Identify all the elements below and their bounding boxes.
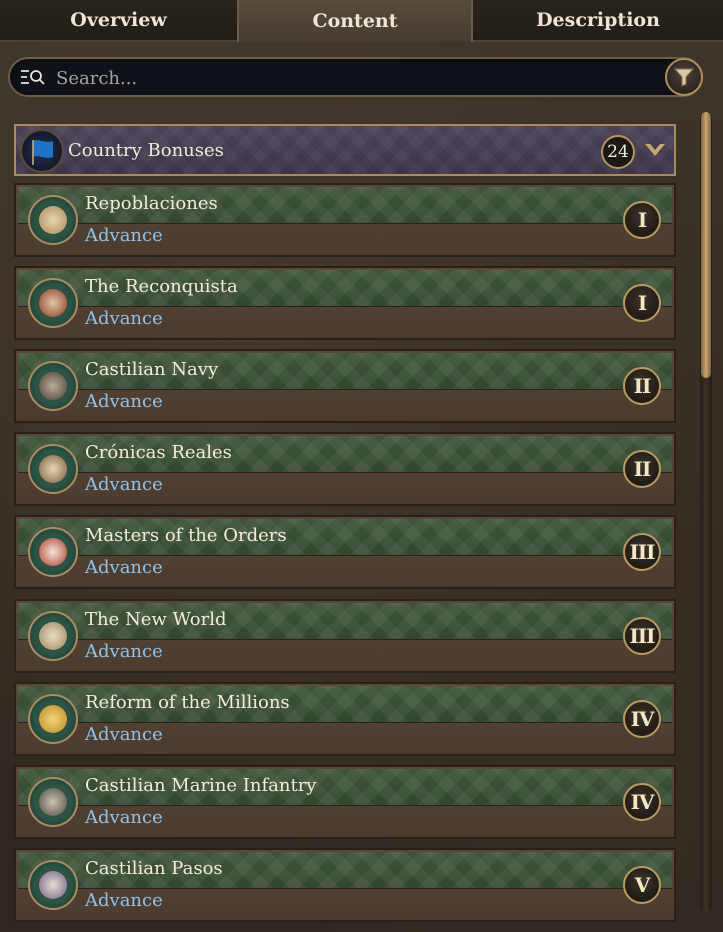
tab-content[interactable]: Content [237,0,473,42]
item-title: Castilian Navy [85,359,219,380]
list-item[interactable]: Masters of the Orders Advance III [14,515,676,589]
tab-description[interactable]: Description [473,0,723,42]
item-title: The Reconquista [85,276,238,297]
filter-button[interactable] [665,58,703,96]
tier-badge: III [623,617,661,655]
category-header-country-bonuses[interactable]: Country Bonuses 24 [14,124,676,176]
ship-icon [28,361,78,411]
tab-bar: Overview Content Description [0,0,723,42]
item-subtitle: Advance [85,641,163,662]
search-input[interactable] [54,63,658,93]
map-scroll-icon [28,195,78,245]
item-title: Masters of the Orders [85,525,287,546]
search-list-icon [21,70,45,85]
tab-overview[interactable]: Overview [0,0,237,42]
knight-shield-icon [28,278,78,328]
order-banners-icon [28,527,78,577]
item-title: Castilian Pasos [85,858,223,879]
item-subtitle: Advance [85,807,163,828]
list-item[interactable]: Crónicas Reales Advance II [14,432,676,506]
tier-badge: I [623,284,661,322]
item-subtitle: Advance [85,225,163,246]
list-item[interactable]: Repoblaciones Advance I [14,183,676,257]
list-item[interactable]: Castilian Navy Advance II [14,349,676,423]
category-title: Country Bonuses [68,140,224,161]
procession-icon [28,860,78,910]
search-bar [8,57,703,97]
world-map-icon [28,611,78,661]
book-icon [28,444,78,494]
tier-badge: III [623,533,661,571]
list-item[interactable]: Castilian Pasos Advance V [14,848,676,922]
filter-icon [673,68,695,87]
tier-badge: II [623,450,661,488]
item-subtitle: Advance [85,474,163,495]
flag-icon [20,129,64,173]
gold-coin-icon [28,694,78,744]
item-title: Crónicas Reales [85,442,232,463]
tier-badge: IV [623,700,661,738]
scrollbar-thumb[interactable] [701,112,711,378]
chevron-down-icon[interactable] [644,142,666,158]
tier-badge: II [623,367,661,405]
item-title: The New World [85,609,227,630]
tier-badge: I [623,201,661,239]
list-item[interactable]: Reform of the Millions Advance IV [14,682,676,756]
item-title: Repoblaciones [85,193,218,214]
item-subtitle: Advance [85,724,163,745]
tier-badge: IV [623,783,661,821]
list-item[interactable]: The Reconquista Advance I [14,266,676,340]
soldier-icon [28,777,78,827]
item-subtitle: Advance [85,391,163,412]
item-subtitle: Advance [85,308,163,329]
item-subtitle: Advance [85,890,163,911]
item-title: Castilian Marine Infantry [85,775,317,796]
category-count-badge: 24 [601,135,635,169]
list-item[interactable]: Castilian Marine Infantry Advance IV [14,765,676,839]
tier-badge: V [623,866,661,904]
item-subtitle: Advance [85,557,163,578]
list-item[interactable]: The New World Advance III [14,599,676,673]
item-title: Reform of the Millions [85,692,290,713]
